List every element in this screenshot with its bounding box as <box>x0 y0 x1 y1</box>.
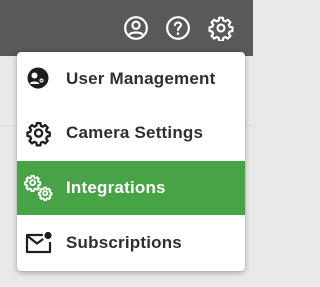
menu-item-user-management[interactable]: User Management <box>17 52 245 106</box>
settings-gear-icon[interactable] <box>208 15 234 41</box>
menu-item-label: User Management <box>66 69 216 88</box>
help-icon[interactable] <box>165 15 191 41</box>
settings-dropdown-menu: User Management Camera Settings Integrat… <box>17 52 245 271</box>
mail-notification-icon <box>25 231 52 254</box>
menu-item-label: Integrations <box>66 178 166 197</box>
menu-item-label: Subscriptions <box>66 233 182 252</box>
user-settings-icon <box>27 67 49 89</box>
menu-item-subscriptions[interactable]: Subscriptions <box>17 216 245 270</box>
menu-item-integrations[interactable]: Integrations <box>17 161 245 215</box>
top-bar <box>0 0 253 56</box>
gear-icon <box>26 121 51 147</box>
user-account-icon[interactable] <box>123 15 149 41</box>
gears-icon <box>24 174 53 202</box>
menu-item-camera-settings[interactable]: Camera Settings <box>17 106 245 160</box>
menu-item-label: Camera Settings <box>66 123 204 142</box>
